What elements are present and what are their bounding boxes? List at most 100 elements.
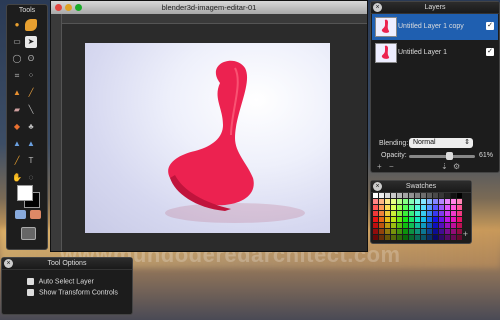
lasso-icon[interactable]: ʘ — [25, 53, 37, 65]
swatch-cell[interactable] — [451, 193, 456, 198]
swatch-cell[interactable] — [415, 211, 420, 216]
swatch-cell[interactable] — [433, 205, 438, 210]
swatch-cell[interactable] — [403, 193, 408, 198]
swatch-cell[interactable] — [415, 205, 420, 210]
swatch-cell[interactable] — [373, 199, 378, 204]
swatch-cell[interactable] — [391, 193, 396, 198]
swatch-cell[interactable] — [409, 205, 414, 210]
swatch-cell[interactable] — [403, 199, 408, 204]
swatch-cell[interactable] — [421, 229, 426, 234]
swatch-cell[interactable] — [403, 223, 408, 228]
swatch-cell[interactable] — [427, 223, 432, 228]
swatch-cell[interactable] — [427, 193, 432, 198]
swatch-cell[interactable] — [415, 199, 420, 204]
swatch-cell[interactable] — [379, 193, 384, 198]
swatch-cell[interactable] — [457, 193, 462, 198]
swatch-cell[interactable] — [439, 229, 444, 234]
swatch-cell[interactable] — [445, 229, 450, 234]
swatch-cell[interactable] — [421, 217, 426, 222]
swatch-cell[interactable] — [415, 217, 420, 222]
opacity-slider-knob[interactable] — [445, 152, 453, 160]
swatch-cell[interactable] — [397, 199, 402, 204]
swatch-cell[interactable] — [379, 235, 384, 240]
swatch-cell[interactable] — [409, 217, 414, 222]
swatch-cell[interactable] — [421, 193, 426, 198]
smudge-icon[interactable]: ╲ — [25, 104, 37, 116]
swatch-cell[interactable] — [451, 217, 456, 222]
swatch-cell[interactable] — [457, 199, 462, 204]
swatch-cell[interactable] — [403, 217, 408, 222]
swatch-cell[interactable] — [409, 223, 414, 228]
swatch-cell[interactable] — [457, 211, 462, 216]
swatch-cell[interactable] — [373, 235, 378, 240]
swatch-cell[interactable] — [397, 217, 402, 222]
swatch-cell[interactable] — [421, 211, 426, 216]
swatch-cell[interactable] — [439, 235, 444, 240]
marquee-ellipse-icon[interactable]: ◯ — [11, 53, 23, 65]
close-icon[interactable]: × — [373, 182, 382, 191]
crop-icon[interactable]: ⌗ — [11, 70, 23, 82]
swatch-cell[interactable] — [457, 235, 462, 240]
remove-layer-icon[interactable]: − — [389, 162, 394, 171]
quick-mask-icon[interactable] — [15, 210, 26, 219]
swatch-cell[interactable] — [397, 223, 402, 228]
gradient-icon[interactable]: ♣ — [25, 121, 37, 133]
layer-visibility-checkbox[interactable]: ✓ — [486, 48, 494, 56]
swatch-cell[interactable] — [397, 211, 402, 216]
swatch-cell[interactable] — [415, 229, 420, 234]
swatch-cell[interactable] — [373, 193, 378, 198]
swatch-cell[interactable] — [427, 211, 432, 216]
close-icon[interactable]: × — [4, 259, 13, 268]
swatch-cell[interactable] — [451, 223, 456, 228]
swatch-cell[interactable] — [433, 193, 438, 198]
swatch-cell[interactable] — [385, 211, 390, 216]
swatch-cell[interactable] — [445, 211, 450, 216]
swatch-cell[interactable] — [409, 211, 414, 216]
swatch-cell[interactable] — [439, 223, 444, 228]
swatch-cell[interactable] — [409, 235, 414, 240]
swatch-cell[interactable] — [433, 199, 438, 204]
brush-tool-icon[interactable]: ● — [11, 19, 23, 31]
swatch-cell[interactable] — [427, 229, 432, 234]
swatch-cell[interactable] — [439, 193, 444, 198]
swatch-cell[interactable] — [397, 235, 402, 240]
swatch-cell[interactable] — [391, 229, 396, 234]
swatch-cell[interactable] — [421, 235, 426, 240]
opacity-slider[interactable] — [409, 152, 475, 160]
canvas-image[interactable] — [85, 43, 330, 233]
close-window-icon[interactable] — [55, 4, 62, 11]
swatch-cell[interactable] — [373, 205, 378, 210]
swatch-cell[interactable] — [457, 205, 462, 210]
swatch-cell[interactable] — [385, 217, 390, 222]
zoom-icon[interactable]: ◌ — [25, 172, 37, 184]
swatch-cell[interactable] — [373, 211, 378, 216]
zoom-window-icon[interactable] — [75, 4, 82, 11]
bucket-icon[interactable]: ◆ — [11, 121, 23, 133]
swatch-cell[interactable] — [445, 193, 450, 198]
swatch-cell[interactable] — [439, 217, 444, 222]
swatch-cell[interactable] — [391, 211, 396, 216]
pencil-icon[interactable]: ╱ — [25, 87, 37, 99]
swatch-cell[interactable] — [379, 217, 384, 222]
swatch-cell[interactable] — [379, 223, 384, 228]
merge-layer-icon[interactable]: ⇣ — [441, 162, 448, 171]
swatch-cell[interactable] — [433, 235, 438, 240]
swatch-cell[interactable] — [433, 211, 438, 216]
swatch-cell[interactable] — [373, 217, 378, 222]
swatch-cell[interactable] — [391, 223, 396, 228]
swatch-cell[interactable] — [421, 223, 426, 228]
layer-visibility-checkbox[interactable]: ✓ — [486, 22, 494, 30]
swatch-cell[interactable] — [421, 205, 426, 210]
swatch-cell[interactable] — [403, 229, 408, 234]
minimize-window-icon[interactable] — [65, 4, 72, 11]
swatch-cell[interactable] — [433, 217, 438, 222]
marquee-rect-icon[interactable]: ▭ — [11, 36, 23, 48]
swatch-grid[interactable] — [373, 193, 463, 241]
swatch-cell[interactable] — [403, 211, 408, 216]
swatch-cell[interactable] — [379, 205, 384, 210]
swatch-cell[interactable] — [439, 205, 444, 210]
swatch-cell[interactable] — [409, 229, 414, 234]
screen-mode-icon[interactable] — [30, 210, 41, 219]
swatch-cell[interactable] — [385, 235, 390, 240]
auto-select-layer-option[interactable]: Auto Select Layer — [27, 278, 94, 285]
